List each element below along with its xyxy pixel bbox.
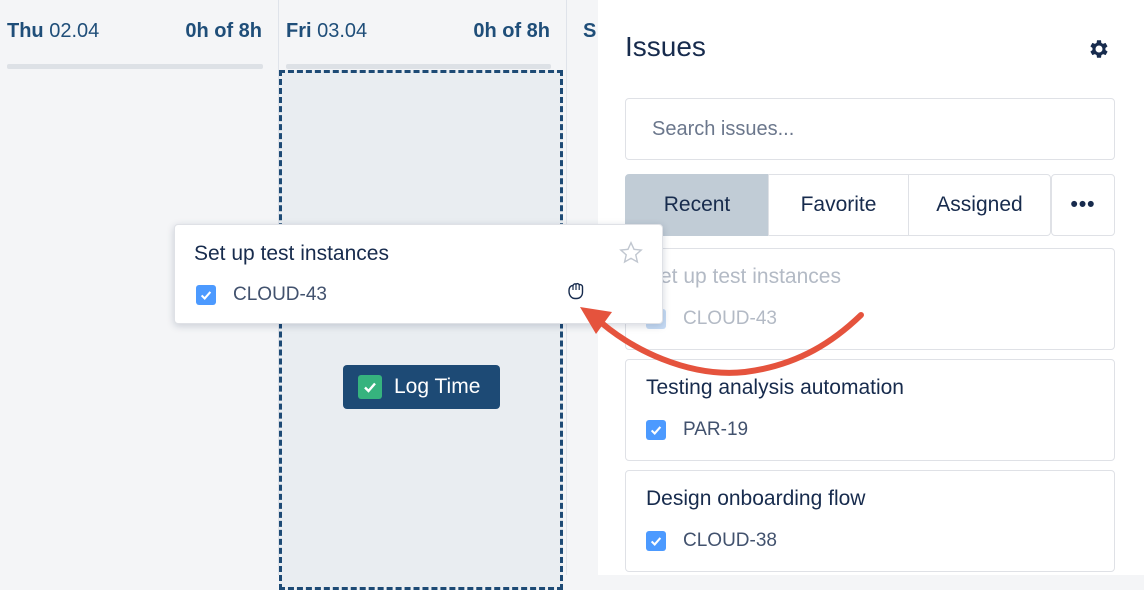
more-tabs-button[interactable]: ••• — [1051, 174, 1115, 236]
drop-zone[interactable] — [279, 70, 563, 590]
day-date: 03.04 — [317, 20, 368, 42]
issue-key-row: PAR-19 — [646, 419, 748, 441]
day-name: Fri — [286, 20, 312, 42]
gear-icon[interactable] — [1087, 37, 1111, 61]
issue-card[interactable]: Design onboarding flow CLOUD-38 — [625, 470, 1115, 572]
grab-hand-icon — [568, 282, 584, 300]
issue-key: CLOUD-43 — [683, 308, 777, 329]
day-hours: 0h of 8h — [473, 20, 550, 42]
day-date: 02.04 — [49, 20, 100, 42]
issue-card[interactable]: Testing analysis automation PAR-19 — [625, 359, 1115, 461]
issue-key-row: CLOUD-38 — [646, 530, 777, 552]
issue-title: Set up test instances — [646, 265, 841, 288]
checkbox-icon — [646, 531, 666, 551]
issue-title: Design onboarding flow — [646, 487, 866, 510]
issue-key: PAR-19 — [683, 419, 749, 440]
day-header: S — [583, 20, 596, 50]
day-hours: 0h of 8h — [185, 20, 262, 42]
star-outline-icon[interactable] — [618, 240, 644, 266]
tab-favorite[interactable]: Favorite — [768, 174, 909, 236]
panel-title: Issues — [625, 31, 706, 62]
tab-assigned[interactable]: Assigned — [908, 174, 1051, 236]
day-header: Thu 02.04 0h of 8h — [7, 20, 268, 50]
issue-title: Set up test instances — [194, 242, 389, 265]
day-name: Thu — [7, 20, 44, 42]
checkbox-icon — [646, 420, 666, 440]
issue-key-row: CLOUD-43 — [646, 308, 777, 330]
log-time-button[interactable]: Log Time — [343, 365, 500, 409]
checkbox-icon — [196, 285, 216, 305]
day-name: S — [583, 20, 597, 42]
log-time-label: Log Time — [394, 375, 481, 398]
issue-title: Testing analysis automation — [646, 376, 904, 399]
issue-key: CLOUD-43 — [233, 284, 327, 305]
issue-key: CLOUD-38 — [683, 530, 777, 551]
dragged-issue-card[interactable]: Set up test instances CLOUD-43 — [174, 224, 663, 324]
issues-panel: Issues Recent Favorite Assigned ••• Set … — [598, 0, 1144, 575]
day-progress-bar — [286, 64, 551, 69]
search-input[interactable] — [625, 98, 1115, 160]
day-progress-bar — [7, 64, 263, 69]
issue-key-row: CLOUD-43 — [196, 284, 327, 306]
check-icon — [358, 375, 382, 399]
day-header: Fri 03.04 0h of 8h — [286, 20, 556, 50]
issue-card-placeholder[interactable]: Set up test instances CLOUD-43 — [625, 248, 1115, 350]
